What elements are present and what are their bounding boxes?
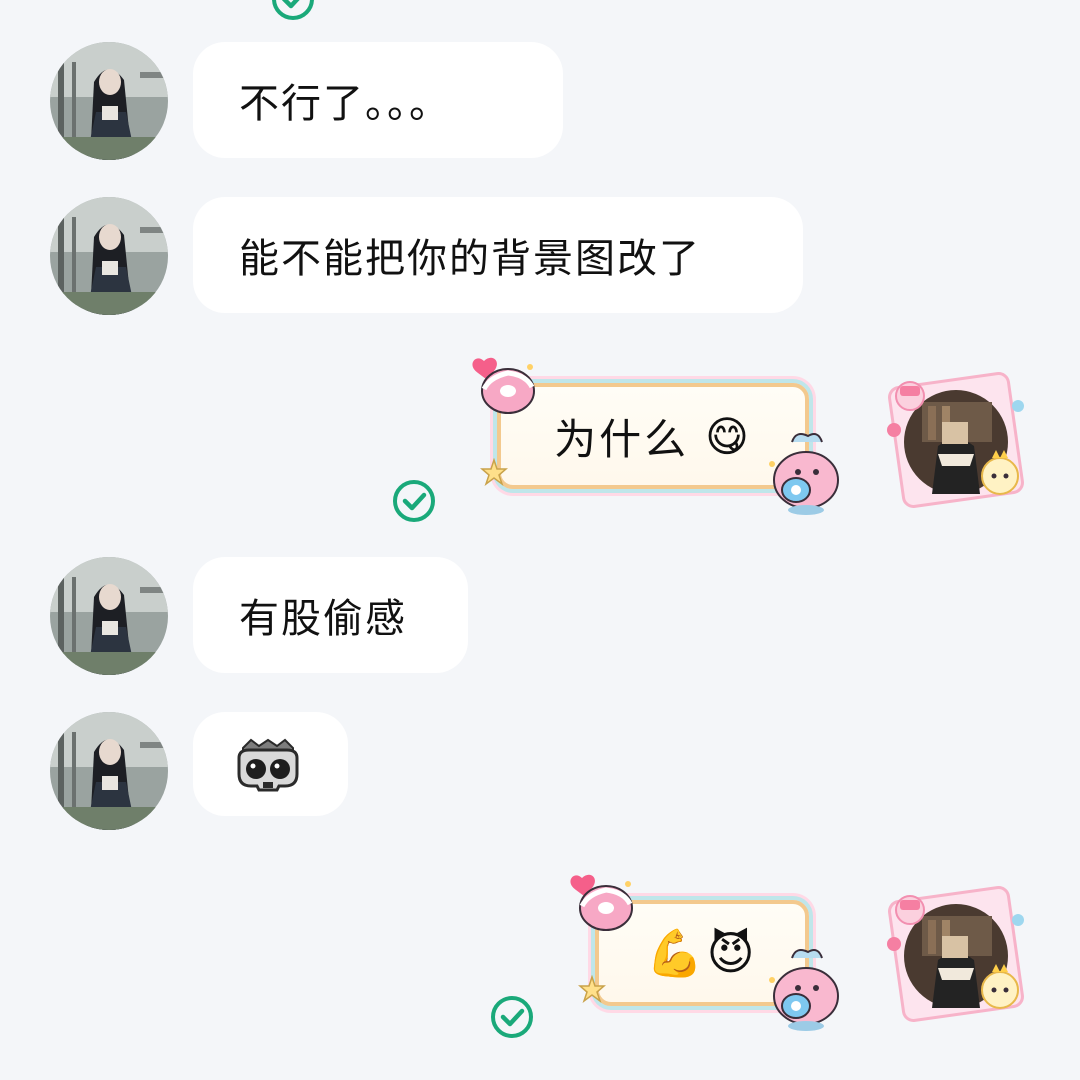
read-check-icon: [391, 478, 437, 524]
read-check-icon: [270, 0, 316, 22]
contact-avatar[interactable]: [50, 42, 168, 160]
contact-avatar[interactable]: [50, 557, 168, 675]
my-avatar[interactable]: [882, 366, 1030, 514]
muscle-devil-emoji-icon: 💪😈: [646, 925, 758, 980]
star-sticker-icon: [480, 458, 508, 486]
chat-screen: 不行了。。。 能不能把你的背景图改了 为什么 😋 有股偷感 💪😈: [0, 0, 1080, 1080]
bunny-sticker-icon: [762, 946, 846, 1032]
contact-avatar[interactable]: [50, 712, 168, 830]
skull-mask-sticker-icon: [233, 736, 303, 792]
incoming-message-bubble[interactable]: 能不能把你的背景图改了: [193, 197, 803, 313]
donut-sticker-icon: [470, 355, 540, 417]
donut-sticker-icon: [568, 872, 638, 934]
bunny-sticker-icon: [762, 430, 846, 516]
incoming-message-bubble[interactable]: 有股偷感: [193, 557, 468, 673]
my-avatar[interactable]: [882, 880, 1030, 1028]
read-check-icon: [489, 994, 535, 1040]
incoming-message-bubble[interactable]: [193, 712, 348, 816]
message-text: 能不能把你的背景图改了: [239, 236, 701, 282]
message-text: 为什么: [554, 414, 690, 464]
message-text: 有股偷感: [239, 596, 407, 642]
incoming-message-bubble[interactable]: 不行了。。。: [193, 42, 563, 158]
yum-emoji-icon: 😋: [705, 411, 752, 461]
contact-avatar[interactable]: [50, 197, 168, 315]
message-text: 不行了。。。: [239, 81, 451, 127]
star-sticker-icon: [578, 975, 606, 1003]
